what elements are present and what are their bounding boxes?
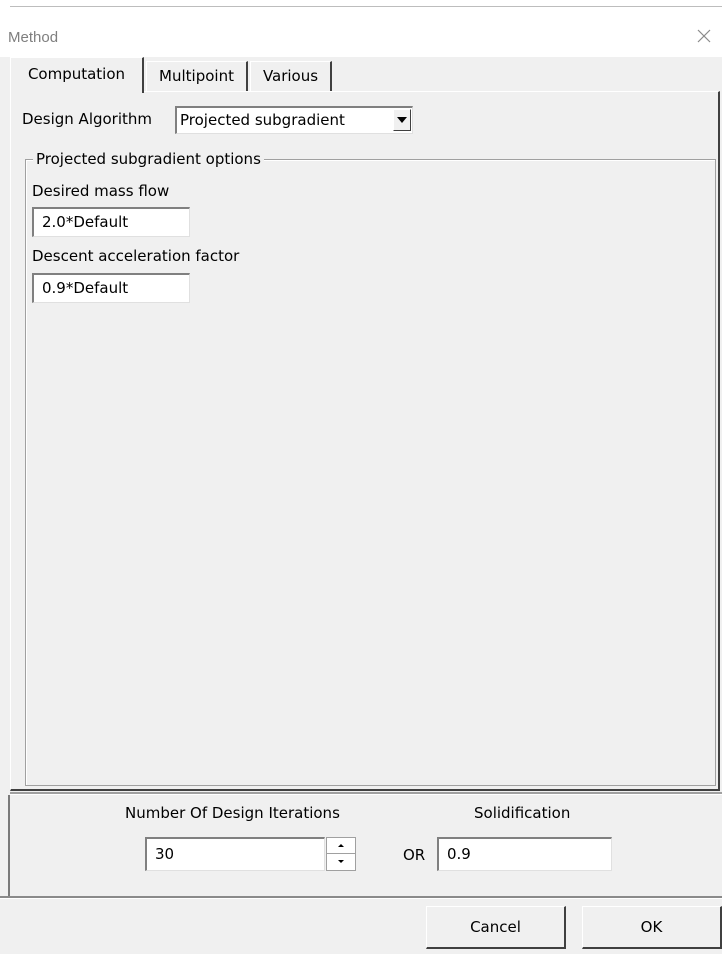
iterations-field[interactable]: 30 bbox=[145, 837, 325, 871]
iterations-stepper[interactable] bbox=[326, 837, 356, 871]
cancel-button[interactable]: Cancel bbox=[426, 906, 566, 949]
stepper-up-button[interactable] bbox=[327, 838, 355, 854]
design-algorithm-value: Projected subgradient bbox=[180, 111, 345, 129]
descent-acceleration-field[interactable]: 0.9*Default bbox=[32, 273, 190, 303]
design-algorithm-dropdown-button[interactable] bbox=[393, 109, 411, 131]
design-algorithm-label: Design Algorithm bbox=[22, 110, 153, 128]
design-algorithm-select[interactable]: Projected subgradient bbox=[175, 106, 413, 134]
group-title: Projected subgradient options bbox=[33, 150, 264, 168]
close-icon[interactable] bbox=[694, 26, 714, 46]
tab-various[interactable]: Various bbox=[250, 61, 332, 91]
arrow-down-icon bbox=[338, 860, 344, 863]
iterations-label: Number Of Design Iterations bbox=[125, 804, 340, 822]
bottom-divider-highlight bbox=[0, 898, 722, 899]
chevron-down-icon bbox=[397, 117, 407, 123]
method-dialog: Method Computation Multipoint Various De… bbox=[0, 0, 722, 954]
frame-edge bbox=[8, 795, 10, 897]
descent-acceleration-label: Descent acceleration factor bbox=[32, 247, 240, 265]
separator bbox=[10, 792, 722, 795]
title-bar: Method bbox=[0, 7, 722, 57]
arrow-up-icon bbox=[338, 844, 344, 847]
or-label: OR bbox=[403, 846, 426, 864]
tab-computation[interactable]: Computation bbox=[10, 57, 144, 93]
ok-button[interactable]: OK bbox=[582, 906, 722, 949]
tab-multipoint[interactable]: Multipoint bbox=[146, 61, 248, 91]
desired-mass-flow-field[interactable]: 2.0*Default bbox=[32, 207, 190, 237]
desired-mass-flow-label: Desired mass flow bbox=[32, 182, 170, 200]
solidification-label: Solidification bbox=[474, 804, 571, 822]
stepper-down-button[interactable] bbox=[327, 854, 355, 870]
window-title: Method bbox=[8, 29, 59, 46]
solidification-field[interactable]: 0.9 bbox=[437, 837, 612, 871]
